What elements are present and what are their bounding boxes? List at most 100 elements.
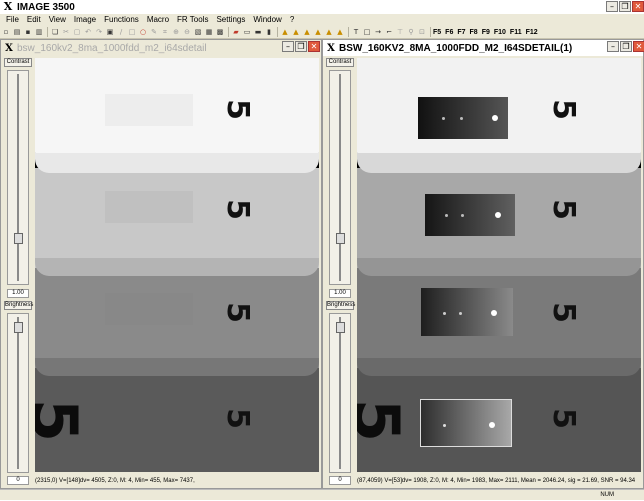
menu-image[interactable]: Image (70, 14, 100, 26)
brightness-button[interactable]: Brightness (4, 301, 33, 310)
level-5-icon[interactable]: ▲ (324, 27, 334, 37)
level-4-icon[interactable]: ▲ (313, 27, 323, 37)
left-window-title: bsw_160kv2_8ma_1000fdd_m2_i64sdetail (17, 42, 207, 54)
brightness-slider-thumb[interactable] (336, 322, 345, 333)
tee-tool-icon[interactable]: ⊤ (395, 27, 405, 37)
contrast-button[interactable]: Contrast (326, 58, 354, 67)
histogram-icon[interactable]: ▦ (204, 27, 214, 37)
contrast-slider[interactable] (7, 70, 29, 285)
f5-button[interactable]: F5 (433, 29, 441, 36)
step-edge (35, 153, 319, 173)
minimize-button[interactable]: – (607, 41, 619, 52)
f7-button[interactable]: F7 (457, 29, 465, 36)
brightness-slider-thumb[interactable] (14, 322, 23, 333)
menu-macro[interactable]: Macro (143, 14, 173, 26)
close-button[interactable]: ✕ (308, 41, 320, 52)
digit-marker: 5 (545, 302, 581, 323)
window-logo-icon: X (327, 42, 335, 54)
toolbar-separator (348, 27, 349, 37)
digit-marker: 5 (219, 199, 255, 220)
app-status-bar: NUM (0, 489, 644, 500)
corner-tool-icon[interactable]: ⌐ (384, 27, 394, 37)
close-button[interactable]: ✕ (632, 1, 644, 12)
detail-dot (492, 115, 498, 121)
f9-button[interactable]: F9 (482, 29, 490, 36)
menu-fr-tools[interactable]: FR Tools (173, 14, 212, 26)
f8-button[interactable]: F8 (470, 29, 478, 36)
contrast-slider-thumb[interactable] (14, 233, 23, 244)
f10-button[interactable]: F10 (494, 29, 506, 36)
menu-settings[interactable]: Settings (212, 14, 249, 26)
ellipse-tool-icon[interactable]: ○ (138, 27, 148, 37)
brightness-button[interactable]: Brightness (326, 301, 355, 310)
grid-icon[interactable]: ▩ (215, 27, 225, 37)
level-2-icon[interactable]: ▲ (291, 27, 301, 37)
detail-region (105, 94, 193, 126)
filter-icon[interactable]: ▮ (264, 27, 274, 37)
brightness-slider[interactable] (7, 313, 29, 473)
level-3-icon[interactable]: ▲ (302, 27, 312, 37)
maximize-button[interactable]: ❐ (620, 41, 632, 52)
toolbar-separator (277, 27, 278, 37)
step-edge (35, 258, 319, 276)
text-tool-icon[interactable]: T (351, 27, 361, 37)
crop-tool-icon[interactable]: ⌗ (160, 27, 170, 37)
right-window-title-bar[interactable]: X BSW_160KV2_8MA_1000FDD_M2_I64SDETAIL(1… (323, 40, 644, 56)
maximize-button[interactable]: ❐ (295, 41, 307, 52)
contrast-slider-thumb[interactable] (336, 233, 345, 244)
new-file-icon[interactable]: ▫ (1, 27, 11, 37)
open-folder-icon[interactable]: ▤ (12, 27, 22, 37)
redo-icon[interactable]: ↷ (94, 27, 104, 37)
left-image-window[interactable]: X bsw_160kv2_8ma_1000fdd_m2_i64sdetail –… (0, 39, 322, 489)
minimize-button[interactable]: – (606, 1, 618, 12)
minimize-button[interactable]: – (282, 41, 294, 52)
measure-icon[interactable]: ▭ (242, 27, 252, 37)
left-window-title-bar[interactable]: X bsw_160kv2_8ma_1000fdd_m2_i64sdetail –… (1, 40, 321, 56)
level-1-icon[interactable]: ▲ (280, 27, 290, 37)
zoom-out-icon[interactable]: ⊖ (182, 27, 192, 37)
box-tool-icon[interactable]: □ (362, 27, 372, 37)
right-image-canvas[interactable]: 5 5 5 5 5 (357, 58, 641, 472)
undo-icon[interactable]: ↶ (83, 27, 93, 37)
contrast-button[interactable]: Contrast (4, 58, 32, 67)
pen-tool-icon[interactable]: ✎ (149, 27, 159, 37)
print-icon[interactable]: ▥ (34, 27, 44, 37)
contrast-value: 1.00 (329, 289, 351, 298)
camera-icon[interactable]: ▣ (105, 27, 115, 37)
magnify-tool-icon[interactable]: ⚲ (406, 27, 416, 37)
f11-button[interactable]: F11 (510, 29, 522, 36)
menu-help[interactable]: ? (286, 14, 298, 26)
detail-dot (459, 312, 462, 315)
brightness-slider[interactable] (329, 313, 351, 473)
zoom-in-icon[interactable]: ⊕ (171, 27, 181, 37)
menu-bar: File Edit View Image Functions Macro FR … (0, 14, 644, 26)
level-6-icon[interactable]: ▲ (335, 27, 345, 37)
red-tool-icon[interactable]: ▰ (231, 27, 241, 37)
image-icon[interactable]: ▧ (193, 27, 203, 37)
copy-icon[interactable]: ❏ (50, 27, 60, 37)
menu-edit[interactable]: Edit (23, 14, 45, 26)
paste-icon[interactable]: ▢ (72, 27, 82, 37)
rect-tool-icon[interactable]: □ (127, 27, 137, 37)
line-tool-icon[interactable]: / (116, 27, 126, 37)
detail-dot (495, 212, 501, 218)
menu-file[interactable]: File (2, 14, 23, 26)
menu-functions[interactable]: Functions (100, 14, 143, 26)
detail-dot (445, 214, 448, 217)
zoom-area-icon[interactable]: ⊡ (417, 27, 427, 37)
menu-window[interactable]: Window (249, 14, 285, 26)
contrast-slider[interactable] (329, 70, 351, 285)
close-button[interactable]: ✕ (633, 41, 644, 52)
f6-button[interactable]: F6 (445, 29, 453, 36)
menu-view[interactable]: View (45, 14, 70, 26)
app-title: IMAGE 3500 (17, 1, 75, 13)
maximize-button[interactable]: ❐ (619, 1, 631, 12)
left-image-canvas[interactable]: 5 5 5 5 5 (35, 58, 319, 472)
profile-icon[interactable]: ▬ (253, 27, 263, 37)
cut-icon[interactable]: ✂ (61, 27, 71, 37)
save-icon[interactable]: ▪ (23, 27, 33, 37)
right-image-window[interactable]: X BSW_160KV2_8MA_1000FDD_M2_I64SDETAIL(1… (322, 39, 644, 489)
f12-button[interactable]: F12 (526, 29, 538, 36)
arrow-tool-icon[interactable]: → (373, 27, 383, 37)
step-edge (357, 358, 641, 376)
